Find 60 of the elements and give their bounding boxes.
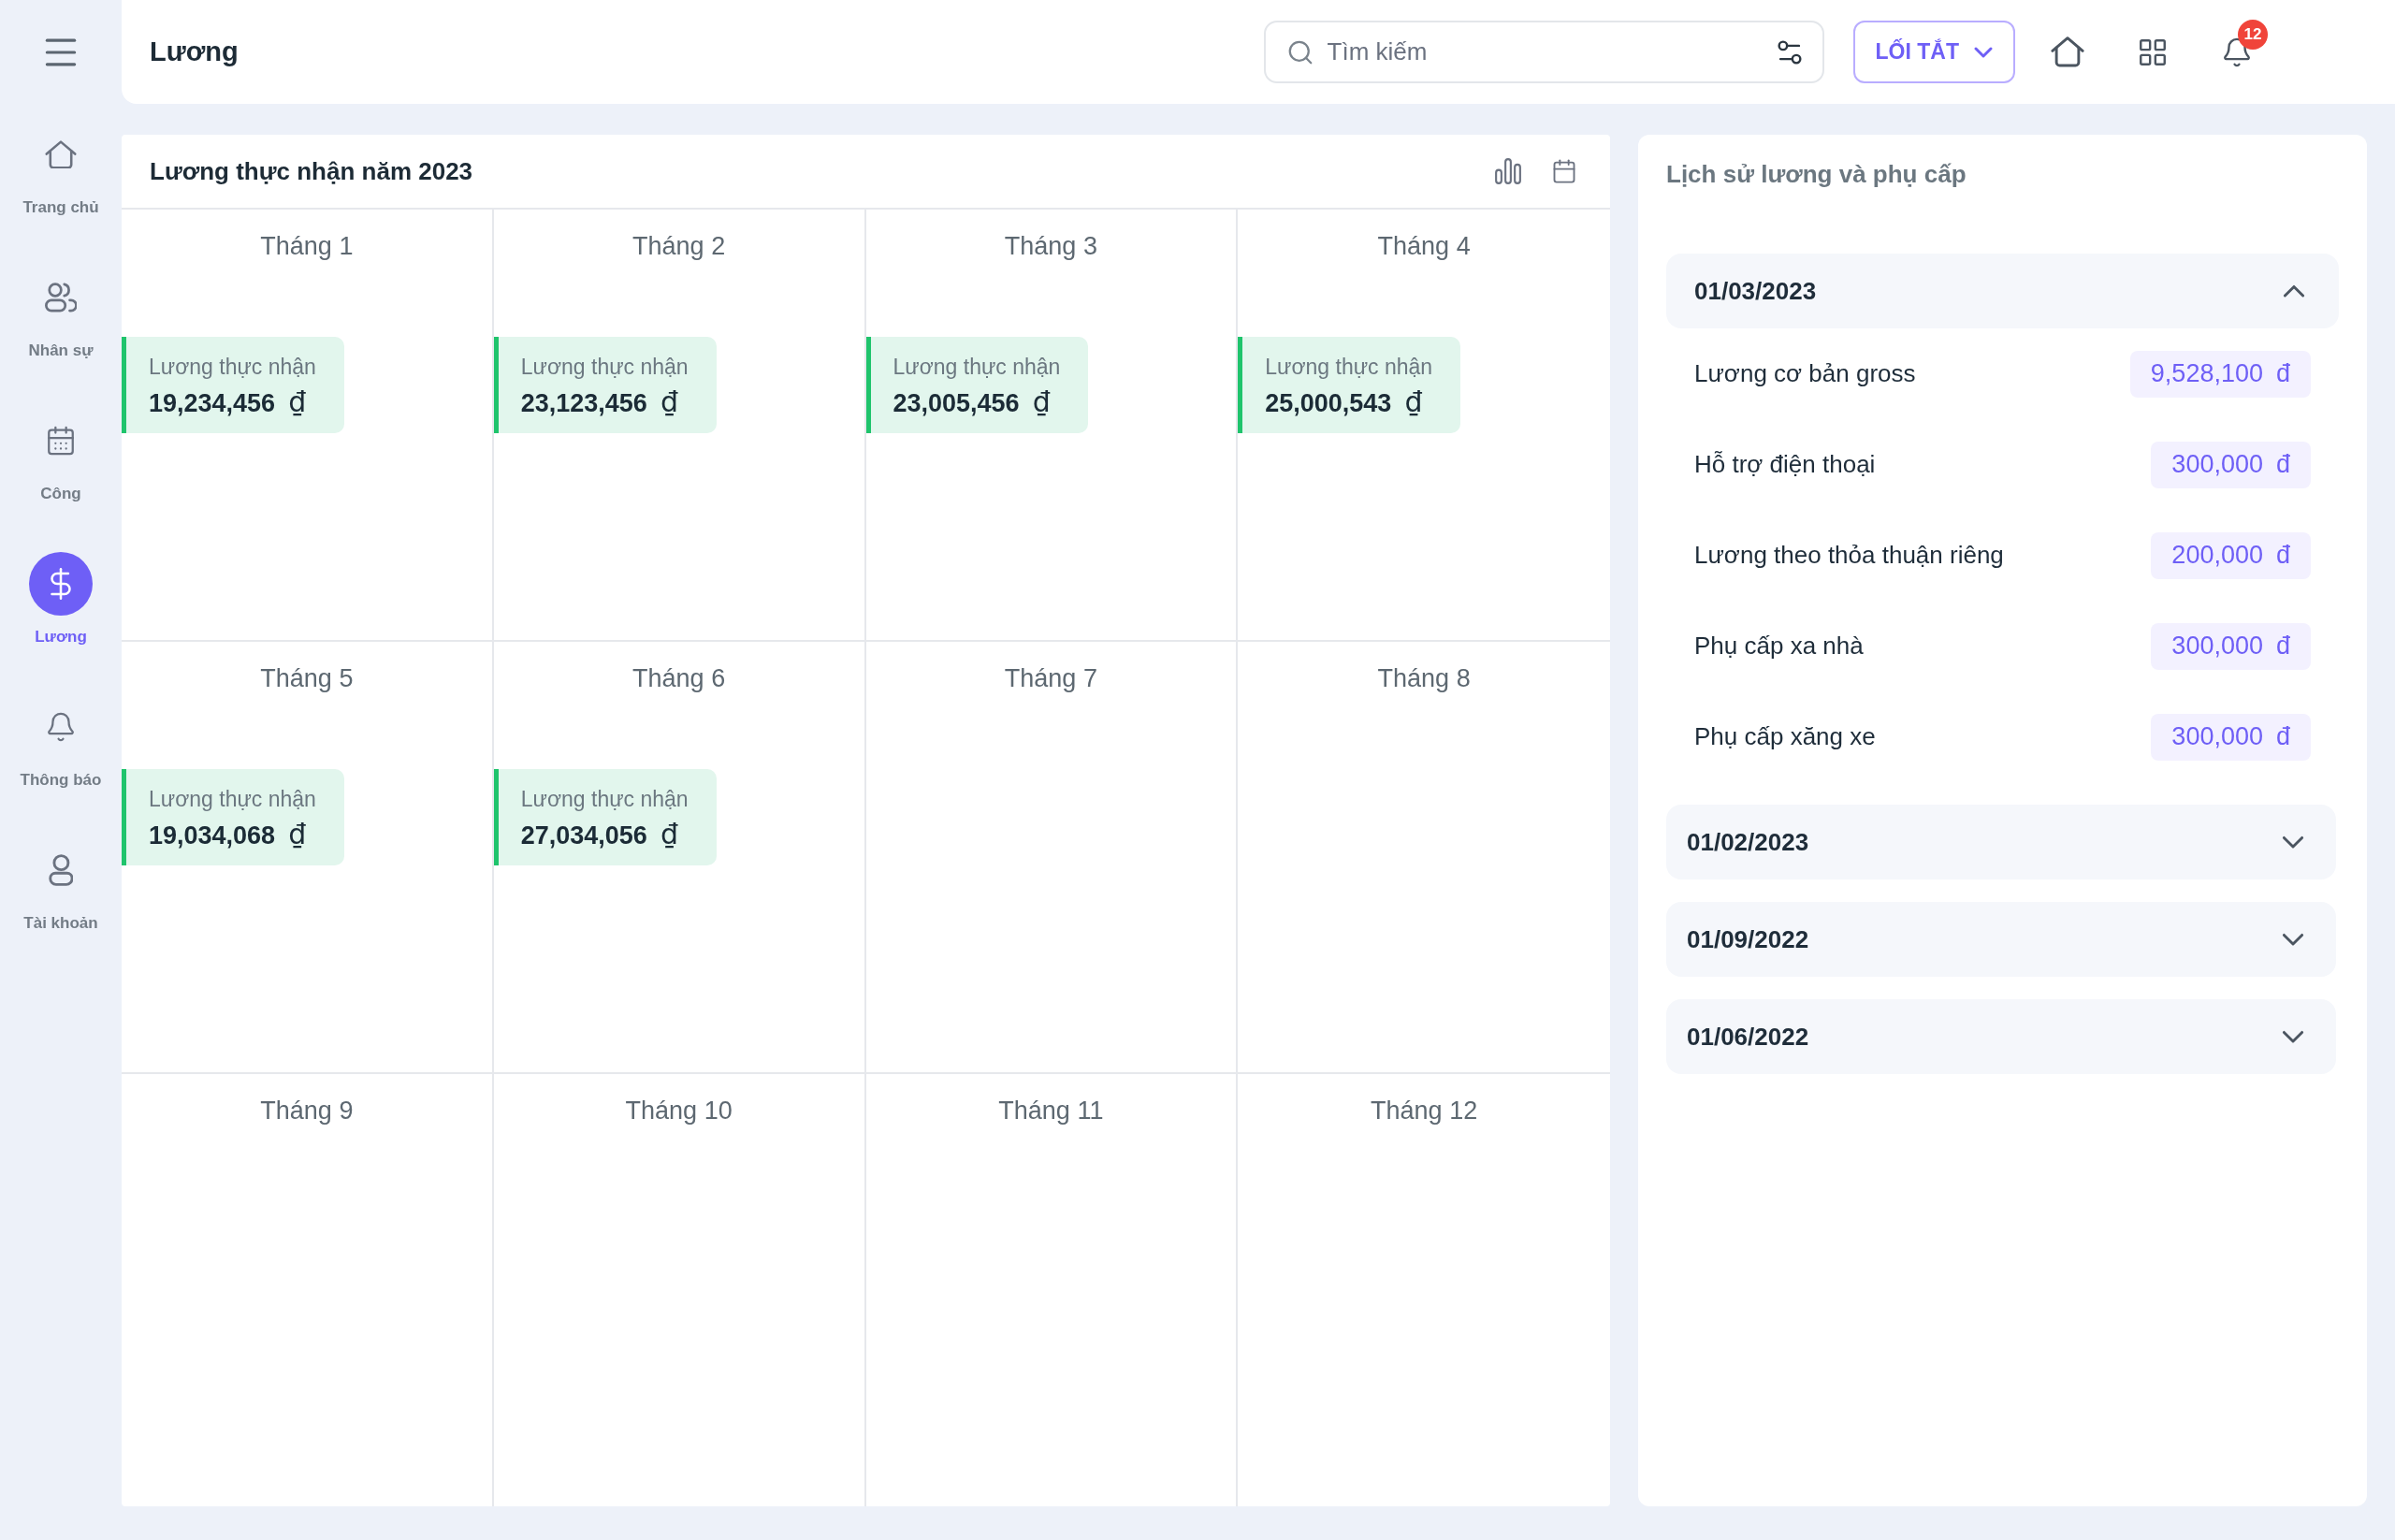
salary-label: Lương thực nhận xyxy=(1265,354,1433,380)
page-title: Lương xyxy=(150,36,239,67)
month-label: Tháng 4 xyxy=(1377,231,1471,261)
bell-icon xyxy=(45,711,77,743)
accordion-header[interactable]: 01/09/2022 xyxy=(1666,902,2336,977)
allowance-label: Phụ cấp xa nhà xyxy=(1694,632,1864,661)
salary-amount: 19,234,456 ₫ xyxy=(149,387,308,418)
shortcut-button[interactable]: LỐI TẮT xyxy=(1852,21,2015,83)
chevron-down-icon xyxy=(1974,46,1993,58)
sidebar-item[interactable]: Thông báo xyxy=(20,695,102,790)
panel-title: Lịch sử lương và phụ cấp xyxy=(1666,159,1967,189)
allowance-amount: 300,000 đ xyxy=(2151,622,2311,670)
sidebar-item[interactable]: Trang chủ xyxy=(22,123,99,217)
accordion-header[interactable]: 01/02/2023 xyxy=(1666,805,2336,879)
user-icon xyxy=(48,854,74,886)
search-input[interactable]: Tìm kiếm xyxy=(1327,33,1761,71)
month-label: Tháng 2 xyxy=(632,231,726,261)
salary-label: Lương thực nhận xyxy=(520,354,689,380)
salary-amount: 27,034,056 ₫ xyxy=(520,820,679,850)
salary-label: Lương thực nhận xyxy=(520,786,689,812)
notification-badge: 12 xyxy=(2238,19,2268,50)
salary-amount: 19,034,068 ₫ xyxy=(149,820,308,850)
salary-label: Lương thực nhận xyxy=(893,354,1061,380)
search-field[interactable]: Tìm kiếm xyxy=(1263,21,1824,83)
sidebar-item[interactable]: Nhân sự xyxy=(28,266,94,360)
month-label: Tháng 3 xyxy=(1004,231,1097,261)
sidebar-item[interactable]: Tài khoản xyxy=(23,838,98,933)
month-label: Tháng 12 xyxy=(1371,1096,1478,1126)
allowance-label: Hỗ trợ điện thoại xyxy=(1694,450,1876,479)
home-icon xyxy=(45,139,77,169)
people-icon xyxy=(45,283,77,312)
salary-amount: 23,005,456 ₫ xyxy=(893,387,1052,418)
allowance-label: Lương theo thỏa thuận riêng xyxy=(1694,541,2004,570)
accordion-header[interactable]: 01/06/2022 xyxy=(1666,999,2336,1074)
month-label: Tháng 1 xyxy=(260,231,354,261)
sidebar-item[interactable]: Lương xyxy=(29,552,93,647)
salary-amount: 23,123,456 ₫ xyxy=(520,387,679,418)
month-label: Tháng 11 xyxy=(998,1096,1104,1126)
month-label: Tháng 6 xyxy=(632,663,726,693)
sidebar-item[interactable]: Công xyxy=(40,409,81,503)
salary-label: Lương thực nhận xyxy=(149,354,316,380)
allowance-label: Lương cơ bản gross xyxy=(1694,359,1916,388)
panel-title: Lương thực nhận năm 2023 xyxy=(150,156,473,186)
allowance-amount: 300,000 đ xyxy=(2151,441,2311,488)
allowance-amount: 9,528,100 đ xyxy=(2129,350,2311,398)
month-label: Tháng 8 xyxy=(1377,663,1471,693)
calendar-icon[interactable] xyxy=(1551,158,1577,184)
salary-label: Lương thực nhận xyxy=(149,786,316,812)
month-label: Tháng 5 xyxy=(260,663,354,693)
calendar-icon xyxy=(45,425,77,457)
accordion-header[interactable]: 01/03/2023 xyxy=(1666,254,2339,328)
allowance-amount: 300,000 đ xyxy=(2151,713,2311,761)
allowance-label: Phụ cấp xăng xe xyxy=(1694,722,1876,751)
month-label: Tháng 10 xyxy=(625,1096,733,1126)
bar-chart-icon[interactable] xyxy=(1495,158,1521,184)
allowance-amount: 200,000 đ xyxy=(2151,531,2311,579)
salary-amount: 25,000,543 ₫ xyxy=(1265,387,1424,418)
home-icon[interactable] xyxy=(2051,36,2084,67)
month-label: Tháng 7 xyxy=(1004,663,1097,693)
month-label: Tháng 9 xyxy=(260,1096,354,1126)
